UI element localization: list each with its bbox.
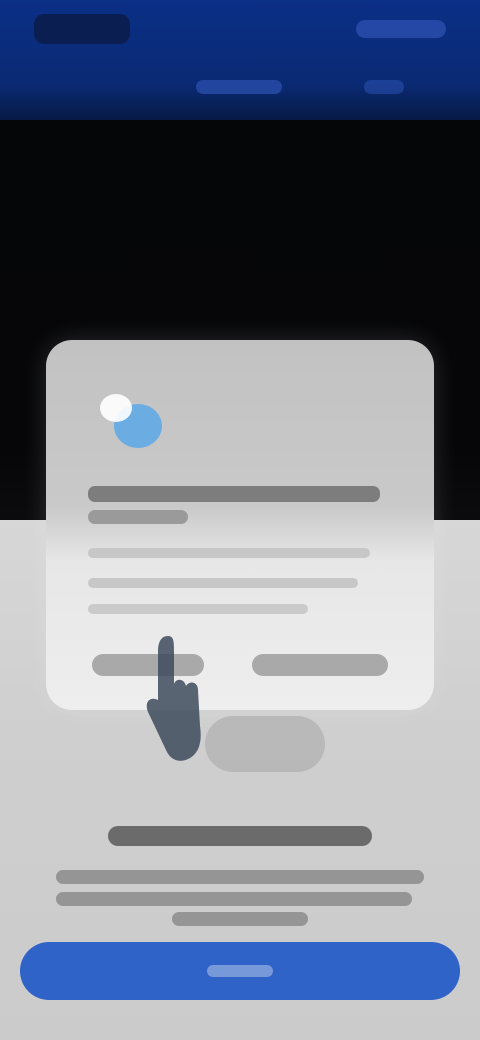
page-description-line-2 bbox=[56, 892, 412, 906]
card-body-line-2 bbox=[88, 578, 358, 588]
pointer-hand-icon bbox=[146, 636, 201, 761]
card-body-line-1 bbox=[88, 548, 370, 558]
card-body-line-3 bbox=[88, 604, 308, 614]
page-description-line-1 bbox=[56, 870, 424, 884]
primary-cta-button[interactable] bbox=[20, 942, 460, 1000]
page-headline bbox=[108, 826, 372, 846]
card-subtitle-line bbox=[88, 510, 188, 524]
chat-bubble-icon bbox=[100, 394, 162, 448]
page-description-line-3 bbox=[172, 912, 308, 926]
card-primary-button bbox=[252, 654, 388, 676]
brand-logo-icon[interactable] bbox=[34, 14, 130, 44]
app-header bbox=[0, 0, 480, 120]
primary-cta-label bbox=[207, 965, 273, 977]
nav-tab-primary[interactable] bbox=[196, 80, 282, 94]
cursor-shadow bbox=[205, 716, 325, 772]
header-action-button[interactable] bbox=[356, 20, 446, 38]
nav-tab-secondary[interactable] bbox=[364, 80, 404, 94]
card-title-line bbox=[88, 486, 380, 502]
